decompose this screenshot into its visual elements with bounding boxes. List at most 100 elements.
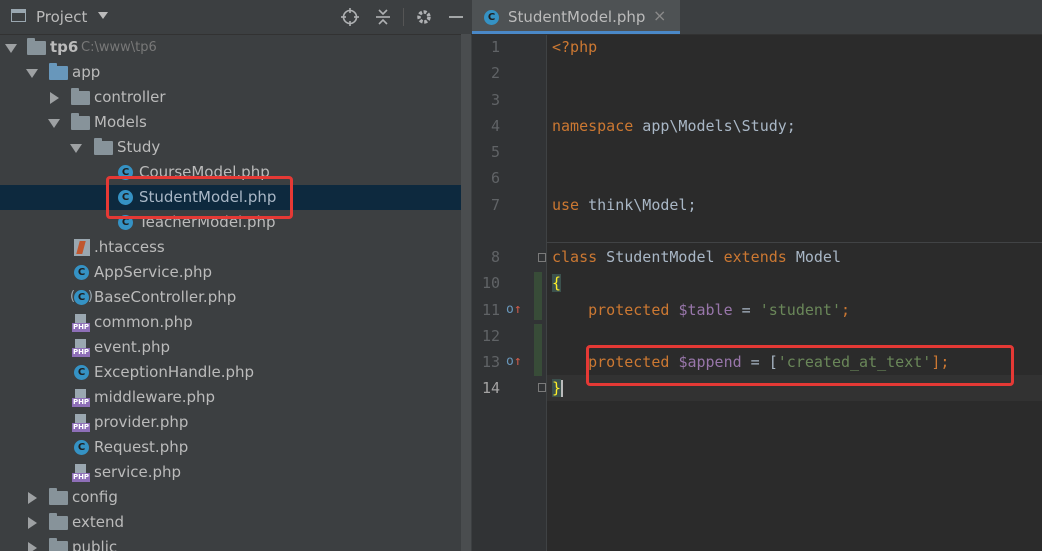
tree-item-exceptionhandle[interactable]: C ExceptionHandle.php [0, 360, 462, 385]
tree-item-label: common.php [94, 313, 193, 331]
code-line-11[interactable]: protected $table = 'student'; [552, 301, 850, 319]
folder-icon [49, 538, 68, 551]
line-number: 5 [490, 143, 500, 161]
tab-studentmodel[interactable]: C StudentModel.php × [472, 0, 680, 34]
php-file-icon: PHP [72, 414, 90, 432]
expand-arrow-icon[interactable] [5, 44, 17, 53]
project-panel-title[interactable]: Project [36, 8, 87, 26]
tree-scrollbar[interactable] [461, 34, 471, 551]
gutter-divider [546, 35, 547, 551]
tree-item-tp6[interactable]: tp6 C:\www\tp6 [0, 35, 462, 60]
code-line-10[interactable]: { [552, 274, 562, 292]
tree-item-provider[interactable]: PHP provider.php [0, 410, 462, 435]
tree-item-label: event.php [94, 338, 171, 356]
tree-item-request[interactable]: C Request.php [0, 435, 462, 460]
fold-marker-icon[interactable] [538, 383, 546, 392]
tree-item-config[interactable]: config [0, 485, 462, 510]
fold-marker-icon[interactable] [538, 253, 546, 262]
tree-item-basecontroller[interactable]: C BaseController.php [0, 285, 462, 310]
header-divider [403, 8, 404, 26]
folder-icon [71, 113, 90, 130]
tree-item-label: tp6 [50, 38, 79, 56]
tree-item-public[interactable]: public [0, 535, 462, 551]
expand-arrow-icon[interactable] [26, 69, 38, 78]
tree-item-app[interactable]: app [0, 60, 462, 85]
tree-item-label: ExceptionHandle.php [94, 363, 255, 381]
code-line-1[interactable]: <?php [552, 38, 597, 56]
highlight-box-file [106, 176, 293, 219]
folder-icon [94, 138, 113, 155]
editor-panel: C StudentModel.php × 1 2 3 4 5 6 7 8 10 … [472, 0, 1042, 551]
active-tab-indicator [472, 31, 680, 34]
tree-item-appservice[interactable]: C AppService.php [0, 260, 462, 285]
tree-item-label: app [72, 63, 101, 81]
tree-item-label: BaseController.php [94, 288, 237, 306]
project-panel-header: Project [0, 0, 472, 35]
override-marker-icon[interactable]: o↑ [506, 302, 522, 317]
tree-item-label: Study [117, 138, 161, 156]
collapse-arrow-icon[interactable] [50, 92, 59, 104]
php-class-icon: C [74, 440, 89, 455]
code-line-9[interactable]: class StudentModel extends Model [552, 248, 841, 266]
line-number: 14 [481, 379, 500, 397]
collapse-all-icon[interactable] [373, 6, 393, 28]
php-class-icon: C [74, 365, 89, 380]
tree-item-label: extend [72, 513, 124, 531]
vcs-change-marker [534, 272, 542, 320]
line-number: 12 [481, 327, 500, 345]
folder-icon [27, 38, 46, 55]
code-line-7[interactable]: use think\Model; [552, 196, 697, 214]
php-file-icon: PHP [72, 389, 90, 407]
line-number: 1 [490, 38, 500, 56]
editor-tab-bar: C StudentModel.php × [472, 0, 1042, 35]
locate-icon[interactable] [340, 6, 360, 28]
line-number: 6 [490, 169, 500, 187]
line-number: 3 [490, 91, 500, 109]
php-class-icon: C [484, 10, 499, 25]
tree-item-label: service.php [94, 463, 182, 481]
tree-item-event[interactable]: PHP event.php [0, 335, 462, 360]
gear-icon[interactable] [414, 6, 434, 28]
line-number: 8 [490, 248, 500, 266]
minimize-icon[interactable] [446, 6, 466, 28]
collapse-arrow-icon[interactable] [28, 517, 37, 529]
tree-item-label: .htaccess [94, 238, 165, 256]
code-line-4[interactable]: namespace app\Models\Study; [552, 117, 796, 135]
chevron-down-icon[interactable] [98, 12, 108, 19]
close-icon[interactable]: × [653, 6, 666, 25]
tree-item-service[interactable]: PHP service.php [0, 460, 462, 485]
tree-item-study[interactable]: Study [0, 135, 462, 160]
tab-label: StudentModel.php [508, 8, 646, 26]
line-number: 2 [490, 64, 500, 82]
project-window-icon [11, 9, 26, 22]
project-path: C:\www\tp6 [81, 40, 157, 55]
tree-item-label: controller [94, 88, 166, 106]
line-number: 10 [481, 274, 500, 292]
folder-icon [49, 513, 68, 530]
php-class-icon: C [74, 265, 89, 280]
htaccess-file-icon [74, 239, 90, 256]
project-panel: Project tp6 C:\www\tp6 app controller Mo… [0, 0, 472, 551]
tree-item-label: public [72, 538, 118, 551]
tree-item-label: provider.php [94, 413, 189, 431]
override-marker-icon[interactable]: o↑ [506, 354, 522, 369]
php-file-icon: PHP [72, 314, 90, 332]
abstract-class-icon: C [70, 289, 93, 305]
folder-icon [71, 88, 90, 105]
line-number: 13 [481, 353, 500, 371]
tree-item-models[interactable]: Models [0, 110, 462, 135]
tree-item-controller[interactable]: controller [0, 85, 462, 110]
expand-arrow-icon[interactable] [48, 119, 60, 128]
folder-icon [49, 488, 68, 505]
tree-item-middleware[interactable]: PHP middleware.php [0, 385, 462, 410]
code-line-14[interactable]: } [552, 379, 564, 397]
tree-item-extend[interactable]: extend [0, 510, 462, 535]
collapse-arrow-icon[interactable] [28, 542, 37, 551]
tree-item-htaccess[interactable]: .htaccess [0, 235, 462, 260]
text-caret [561, 380, 564, 397]
tree-item-label: Models [94, 113, 147, 131]
tree-item-common[interactable]: PHP common.php [0, 310, 462, 335]
expand-arrow-icon[interactable] [70, 144, 82, 153]
collapse-arrow-icon[interactable] [28, 492, 37, 504]
tree-item-label: middleware.php [94, 388, 216, 406]
